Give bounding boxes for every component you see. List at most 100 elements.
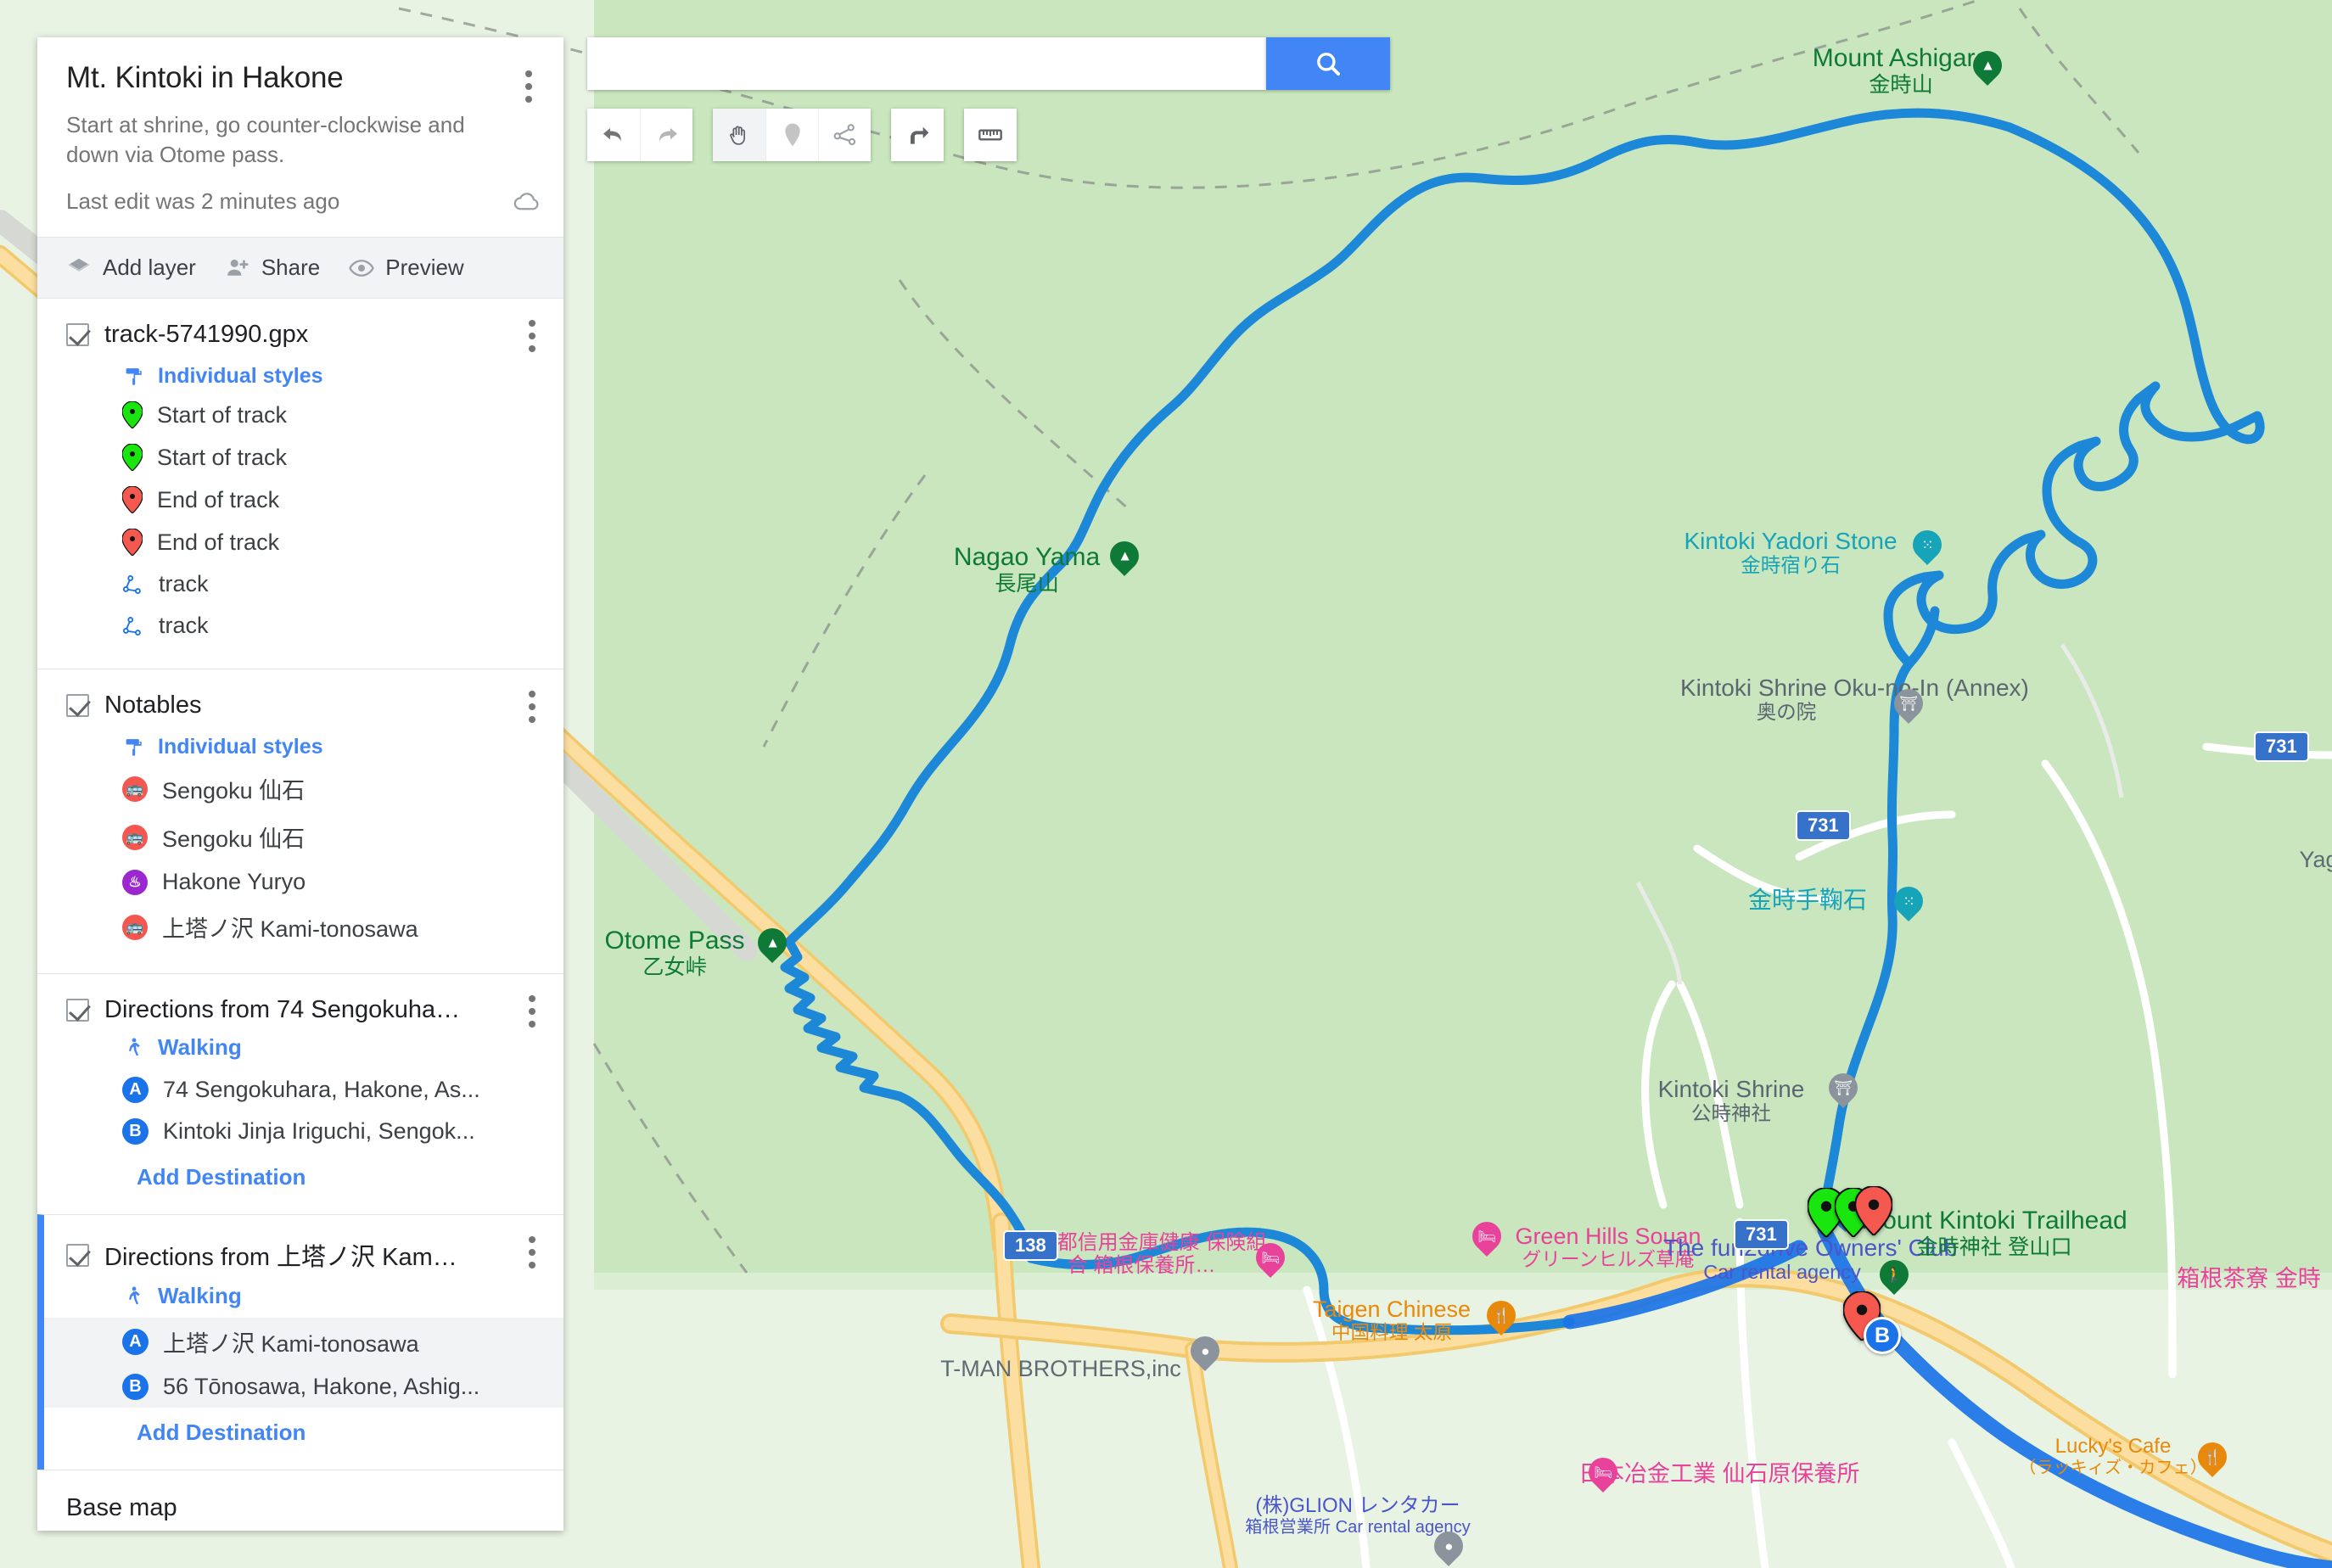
- add-destination-link[interactable]: Add Destination: [37, 1152, 563, 1192]
- red-pin-icon: [122, 529, 143, 557]
- pan-tool-button[interactable]: [713, 109, 765, 161]
- undo-icon: [603, 128, 621, 142]
- travel-mode-label: Walking: [158, 1283, 242, 1309]
- eye-icon: [349, 259, 374, 277]
- end-of-track-marker-a[interactable]: [1855, 1186, 1892, 1235]
- redo-icon: [659, 128, 677, 142]
- trailhead-hiker-pin[interactable]: 🚶: [1873, 1253, 1915, 1297]
- green-pin-icon: [122, 444, 143, 472]
- feature-start-of-track-1[interactable]: Start of track: [37, 394, 563, 436]
- kintoki-temari-ishi-pin[interactable]: ⁙: [1887, 880, 1930, 924]
- bus-icon: 🚌: [122, 776, 148, 802]
- gpx-track-line-north: [1883, 122, 2265, 669]
- feature-end-of-track-2[interactable]: End of track: [37, 521, 563, 563]
- feature-end-of-track-1[interactable]: End of track: [37, 479, 563, 521]
- direction-stop-b[interactable]: B 56 Tōnosawa, Hakone, Ashig...: [44, 1366, 563, 1408]
- directions-button[interactable]: [891, 109, 944, 161]
- oku-no-in-torii-pin[interactable]: ⛩: [1887, 682, 1930, 726]
- boundary-dashes: [398, 0, 2140, 1274]
- add-marker-button[interactable]: [765, 109, 818, 161]
- paint-roller-icon: [126, 738, 142, 756]
- travel-mode-row[interactable]: Walking: [37, 1024, 563, 1069]
- luckys-cafe-pin[interactable]: 🍴: [2191, 1436, 2234, 1480]
- route-endpoint-b[interactable]: B: [1864, 1317, 1901, 1354]
- redo-button[interactable]: [640, 109, 692, 161]
- t-man-brothers-pin[interactable]: ●: [1184, 1330, 1226, 1374]
- paint-roller-icon: [126, 367, 142, 385]
- stop-label: 74 Sengokuhara, Hakone, As...: [163, 1077, 480, 1103]
- layer-directions-sengokuhara[interactable]: Directions from 74 Sengokuhara, ... Walk…: [37, 973, 563, 1214]
- map-toolbar: [587, 109, 1037, 161]
- base-map-row[interactable]: Base map: [37, 1470, 563, 1531]
- individual-styles-link[interactable]: Individual styles: [158, 735, 323, 759]
- add-destination-link[interactable]: Add Destination: [44, 1408, 563, 1448]
- layer-visibility-checkbox[interactable]: [66, 694, 89, 718]
- nihon-yakin-hotel-pin[interactable]: 🛏: [1582, 1451, 1624, 1495]
- layer-header: Directions from 上塔ノ沢 Kami-to...: [44, 1236, 563, 1273]
- direction-stop-b[interactable]: B Kintoki Jinja Iriguchi, Sengok...: [37, 1111, 563, 1152]
- my-maps-app: Mount Ashigara 金時山 Nagao Yama 長尾山 Kintoki …: [0, 0, 2332, 1568]
- feature-track-line-2[interactable]: track: [37, 605, 563, 647]
- map-pin-icon: [784, 123, 800, 147]
- layer-options-kebab-icon[interactable]: [519, 686, 545, 727]
- measure-button[interactable]: [964, 109, 1017, 161]
- undo-button[interactable]: [587, 109, 640, 161]
- mount-ashigara-pin[interactable]: ▲: [1966, 44, 2009, 88]
- nagao-yama-pin[interactable]: ▲: [1103, 535, 1146, 579]
- layers-list[interactable]: track-5741990.gpx Individual styles Star…: [37, 298, 563, 1531]
- taigen-restaurant-pin[interactable]: 🍴: [1480, 1294, 1522, 1338]
- feature-start-of-track-2[interactable]: Start of track: [37, 436, 563, 479]
- individual-styles-link[interactable]: Individual styles: [158, 364, 323, 389]
- add-layer-button[interactable]: Add layer: [66, 255, 196, 281]
- kintoki-shrine-torii-pin[interactable]: ⛩: [1822, 1067, 1864, 1111]
- search-button[interactable]: [1266, 37, 1390, 90]
- layer-track-gpx[interactable]: track-5741990.gpx Individual styles Star…: [37, 298, 563, 669]
- layer-title: Directions from 74 Sengokuhara, ...: [104, 996, 461, 1024]
- feature-label: track: [159, 571, 209, 597]
- feature-label: Start of track: [157, 401, 288, 428]
- individual-styles-row[interactable]: Individual styles: [37, 735, 563, 759]
- otome-pass-pin[interactable]: ▲: [751, 921, 793, 966]
- feature-track-line-1[interactable]: track: [37, 563, 563, 605]
- luckys-cafe-label: Lucky's Cafe （ラッキィズ・カフェ）: [2019, 1435, 2207, 1477]
- layer-options-kebab-icon[interactable]: [519, 316, 545, 356]
- layer-visibility-checkbox[interactable]: [66, 1243, 89, 1267]
- travel-mode-row[interactable]: Walking: [44, 1273, 563, 1318]
- search-input[interactable]: [587, 37, 1266, 90]
- kintoki-yadori-stone-pin[interactable]: ⁙: [1906, 524, 1948, 568]
- draw-line-button[interactable]: [818, 109, 871, 161]
- share-button[interactable]: Share: [225, 255, 320, 281]
- feature-hakone-yuryo[interactable]: ♨ Hakone Yuryo: [37, 861, 563, 903]
- t-man-brothers-label: T-MAN BROTHERS,inc: [940, 1356, 1181, 1381]
- feature-label: Hakone Yuryo: [162, 869, 306, 895]
- feature-label: 上塔ノ沢 Kami-tonosawa: [162, 916, 418, 943]
- directions-group: [891, 109, 944, 161]
- hand-icon: [730, 126, 745, 145]
- layer-notables[interactable]: Notables Individual styles 🚌 Sengoku 仙石: [37, 669, 563, 973]
- green-hills-souan-hotel-pin[interactable]: 🛏: [1466, 1215, 1508, 1259]
- layer-visibility-checkbox[interactable]: [66, 999, 89, 1022]
- layer-options-kebab-icon[interactable]: [519, 991, 545, 1032]
- feature-kami-tonosawa[interactable]: 🚌 上塔ノ沢 Kami-tonosawa: [37, 903, 563, 951]
- walking-icon: [129, 1038, 140, 1056]
- layer-options-kebab-icon[interactable]: [519, 1232, 545, 1273]
- individual-styles-row[interactable]: Individual styles: [37, 364, 563, 389]
- layer-header: Directions from 74 Sengokuhara, ...: [37, 995, 563, 1028]
- layer-title: Directions from 上塔ノ沢 Kami-to...: [104, 1244, 461, 1272]
- direction-stop-a[interactable]: A 上塔ノ沢 Kami-tonosawa: [44, 1318, 563, 1367]
- layer-directions-kami-tonosawa[interactable]: Directions from 上塔ノ沢 Kami-to... Walking …: [37, 1214, 563, 1470]
- feature-label: End of track: [157, 529, 280, 555]
- stop-label: Kintoki Jinja Iriguchi, Sengok...: [163, 1118, 475, 1145]
- mount-kintoki-trailhead-label: Mount Kintoki Trailhead 金時神社 登山口: [1861, 1207, 2127, 1259]
- onsen-icon: ♨: [122, 869, 148, 895]
- kintoki-oku-no-in-label: Kintoki Shrine Oku-no-In (Annex) 奥の院: [1680, 675, 2029, 724]
- feature-sengoku-1[interactable]: 🚌 Sengoku 仙石: [37, 764, 563, 813]
- feature-sengoku-2[interactable]: 🚌 Sengoku 仙石: [37, 813, 563, 861]
- layer-visibility-checkbox[interactable]: [66, 323, 89, 347]
- preview-button[interactable]: Preview: [349, 255, 464, 281]
- tokyo-shinkin-hotel-pin[interactable]: 🛏: [1249, 1236, 1292, 1280]
- polyline-icon: [833, 124, 855, 146]
- glion-rentacar-pin[interactable]: ●: [1427, 1525, 1470, 1568]
- direction-stop-a[interactable]: A 74 Sengokuhara, Hakone, As...: [37, 1069, 563, 1111]
- map-options-kebab-icon[interactable]: [516, 66, 541, 107]
